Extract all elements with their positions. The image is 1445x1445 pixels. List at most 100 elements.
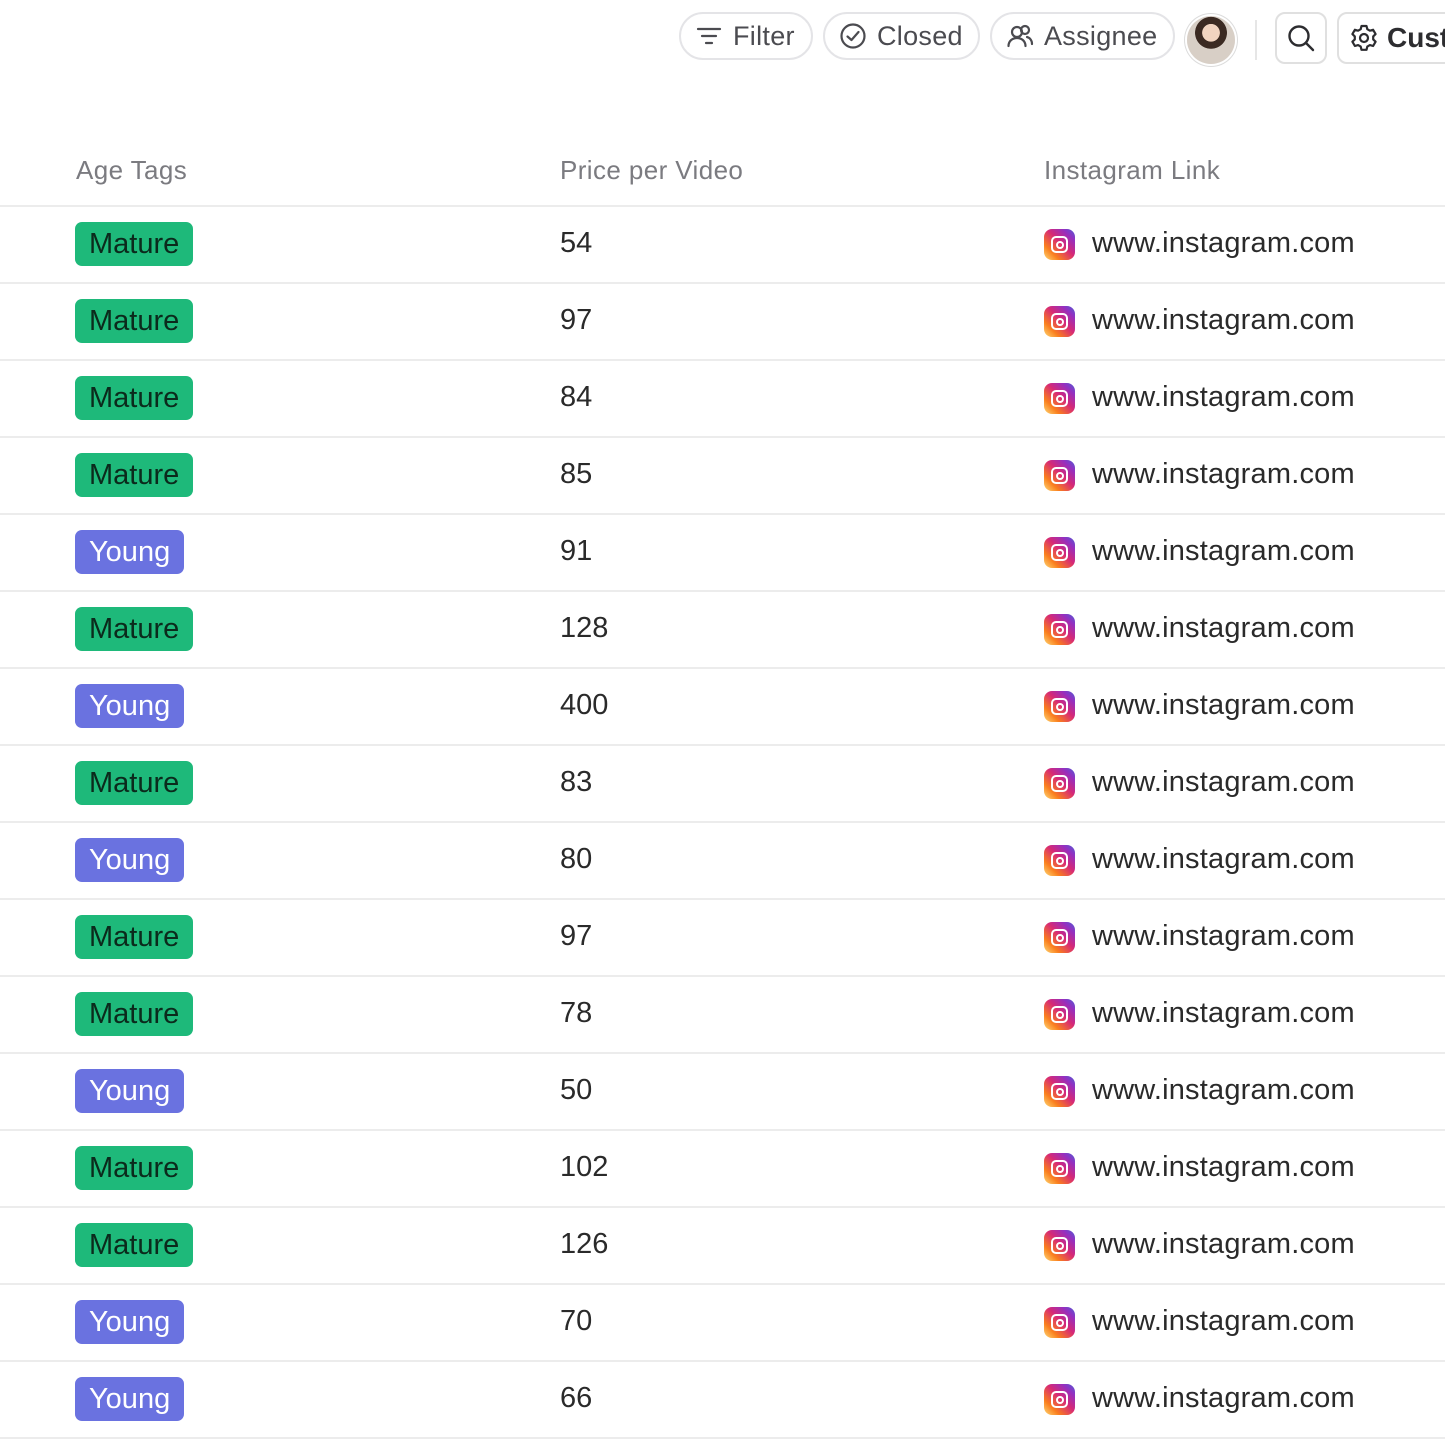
age-tag-badge[interactable]: Mature bbox=[75, 1223, 194, 1267]
age-tag-badge[interactable]: Young bbox=[75, 838, 185, 882]
instagram-link[interactable]: www.instagram.com bbox=[1092, 843, 1355, 876]
instagram-icon bbox=[1044, 1230, 1075, 1261]
table-row[interactable]: Young 80 www.instagram.com bbox=[0, 823, 1445, 900]
age-tag-badge[interactable]: Young bbox=[75, 1069, 185, 1113]
instagram-icon bbox=[1044, 537, 1075, 568]
instagram-icon bbox=[1044, 1076, 1075, 1107]
price-cell[interactable]: 91 bbox=[560, 535, 592, 568]
instagram-icon bbox=[1044, 922, 1075, 953]
price-cell[interactable]: 83 bbox=[560, 766, 592, 799]
search-icon bbox=[1288, 25, 1315, 52]
price-cell[interactable]: 400 bbox=[560, 689, 608, 722]
table-row[interactable]: Mature 54 www.instagram.com bbox=[0, 207, 1445, 284]
age-tag-badge[interactable]: Mature bbox=[75, 992, 194, 1036]
table-row[interactable]: Mature 85 www.instagram.com bbox=[0, 438, 1445, 515]
instagram-link[interactable]: www.instagram.com bbox=[1092, 535, 1355, 568]
instagram-link[interactable]: www.instagram.com bbox=[1092, 458, 1355, 491]
price-cell[interactable]: 54 bbox=[560, 227, 592, 260]
age-tag-badge[interactable]: Mature bbox=[75, 607, 194, 651]
age-tag-badge[interactable]: Mature bbox=[75, 453, 194, 497]
instagram-icon bbox=[1044, 768, 1075, 799]
instagram-link[interactable]: www.instagram.com bbox=[1092, 1382, 1355, 1415]
instagram-icon bbox=[1044, 614, 1075, 645]
avatar[interactable] bbox=[1187, 16, 1235, 64]
instagram-icon bbox=[1044, 1153, 1075, 1184]
price-cell[interactable]: 50 bbox=[560, 1074, 592, 1107]
toolbar: Filter Closed Assignee Cust bbox=[0, 0, 1445, 80]
table-row[interactable]: Mature 78 www.instagram.com bbox=[0, 977, 1445, 1054]
search-button[interactable] bbox=[1275, 12, 1327, 64]
instagram-icon bbox=[1044, 845, 1075, 876]
instagram-link[interactable]: www.instagram.com bbox=[1092, 381, 1355, 414]
age-tag-badge[interactable]: Young bbox=[75, 1300, 185, 1344]
table-row[interactable]: Young 50 www.instagram.com bbox=[0, 1054, 1445, 1131]
filter-button[interactable]: Filter bbox=[679, 12, 813, 60]
table-header: Age Tags Price per Video Instagram Link bbox=[0, 135, 1445, 207]
data-table: Age Tags Price per Video Instagram Link … bbox=[0, 135, 1445, 1439]
price-cell[interactable]: 85 bbox=[560, 458, 592, 491]
assignee-button[interactable]: Assignee bbox=[990, 12, 1175, 60]
price-cell[interactable]: 84 bbox=[560, 381, 592, 414]
instagram-icon bbox=[1044, 460, 1075, 491]
filter-icon bbox=[696, 27, 722, 45]
table-row[interactable]: Mature 97 www.instagram.com bbox=[0, 900, 1445, 977]
instagram-link[interactable]: www.instagram.com bbox=[1092, 997, 1355, 1030]
gear-icon bbox=[1351, 24, 1377, 51]
closed-label: Closed bbox=[877, 20, 963, 51]
toolbar-divider bbox=[1255, 20, 1257, 60]
age-tag-badge[interactable]: Mature bbox=[75, 915, 194, 959]
closed-button[interactable]: Closed bbox=[823, 12, 980, 60]
instagram-link[interactable]: www.instagram.com bbox=[1092, 766, 1355, 799]
instagram-link[interactable]: www.instagram.com bbox=[1092, 612, 1355, 645]
age-tag-badge[interactable]: Mature bbox=[75, 761, 194, 805]
instagram-link[interactable]: www.instagram.com bbox=[1092, 304, 1355, 337]
column-header-price-per-video[interactable]: Price per Video bbox=[560, 155, 743, 186]
table-row[interactable]: Mature 102 www.instagram.com bbox=[0, 1131, 1445, 1208]
price-cell[interactable]: 66 bbox=[560, 1382, 592, 1415]
age-tag-badge[interactable]: Mature bbox=[75, 299, 194, 343]
table-row[interactable]: Mature 83 www.instagram.com bbox=[0, 746, 1445, 823]
table-row[interactable]: Young 70 www.instagram.com bbox=[0, 1285, 1445, 1362]
instagram-icon bbox=[1044, 306, 1075, 337]
instagram-link[interactable]: www.instagram.com bbox=[1092, 1305, 1355, 1338]
price-cell[interactable]: 128 bbox=[560, 612, 608, 645]
age-tag-badge[interactable]: Young bbox=[75, 684, 185, 728]
instagram-link[interactable]: www.instagram.com bbox=[1092, 920, 1355, 953]
table-body: Mature 54 www.instagram.com Mature 97 www.ins… bbox=[0, 207, 1445, 1439]
instagram-icon bbox=[1044, 1384, 1075, 1415]
price-cell[interactable]: 80 bbox=[560, 843, 592, 876]
price-cell[interactable]: 70 bbox=[560, 1305, 592, 1338]
age-tag-badge[interactable]: Young bbox=[75, 1377, 185, 1421]
instagram-link[interactable]: www.instagram.com bbox=[1092, 1228, 1355, 1261]
check-circle-icon bbox=[840, 23, 866, 49]
age-tag-badge[interactable]: Young bbox=[75, 530, 185, 574]
customize-button[interactable]: Cust bbox=[1337, 12, 1445, 64]
instagram-icon bbox=[1044, 1307, 1075, 1338]
table-row[interactable]: Mature 128 www.instagram.com bbox=[0, 592, 1445, 669]
age-tag-badge[interactable]: Mature bbox=[75, 376, 194, 420]
table-row[interactable]: Mature 97 www.instagram.com bbox=[0, 284, 1445, 361]
age-tag-badge[interactable]: Mature bbox=[75, 222, 194, 266]
table-row[interactable]: Mature 84 www.instagram.com bbox=[0, 361, 1445, 438]
instagram-icon bbox=[1044, 999, 1075, 1030]
price-cell[interactable]: 126 bbox=[560, 1228, 608, 1261]
column-header-instagram-link[interactable]: Instagram Link bbox=[1044, 155, 1220, 186]
table-row[interactable]: Mature 126 www.instagram.com bbox=[0, 1208, 1445, 1285]
table-row[interactable]: Young 400 www.instagram.com bbox=[0, 669, 1445, 746]
instagram-link[interactable]: www.instagram.com bbox=[1092, 1151, 1355, 1184]
instagram-icon bbox=[1044, 229, 1075, 260]
price-cell[interactable]: 102 bbox=[560, 1151, 608, 1184]
filter-label: Filter bbox=[733, 20, 795, 51]
instagram-icon bbox=[1044, 691, 1075, 722]
price-cell[interactable]: 78 bbox=[560, 997, 592, 1030]
customize-label: Cust bbox=[1387, 22, 1445, 53]
table-row[interactable]: Young 66 www.instagram.com bbox=[0, 1362, 1445, 1439]
price-cell[interactable]: 97 bbox=[560, 920, 592, 953]
instagram-link[interactable]: www.instagram.com bbox=[1092, 1074, 1355, 1107]
instagram-link[interactable]: www.instagram.com bbox=[1092, 227, 1355, 260]
price-cell[interactable]: 97 bbox=[560, 304, 592, 337]
column-header-age-tags[interactable]: Age Tags bbox=[76, 155, 187, 186]
table-row[interactable]: Young 91 www.instagram.com bbox=[0, 515, 1445, 592]
instagram-link[interactable]: www.instagram.com bbox=[1092, 689, 1355, 722]
age-tag-badge[interactable]: Mature bbox=[75, 1146, 194, 1190]
